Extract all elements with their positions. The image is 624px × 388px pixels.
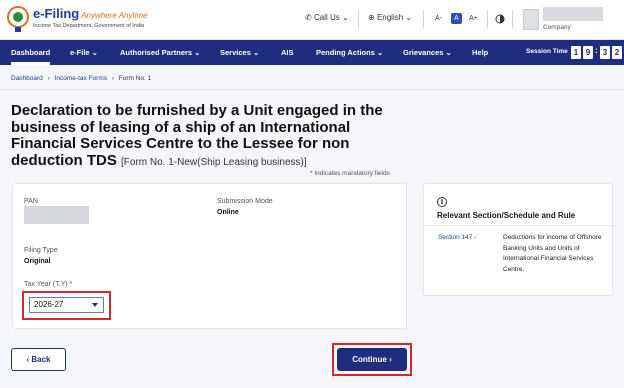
divider bbox=[358, 10, 359, 28]
main-nav: Dashboard e-File ⌄ Authorised Partners ⌄… bbox=[0, 40, 624, 65]
pan-label: PAN bbox=[24, 198, 38, 205]
filing-type-label: Filing Type bbox=[24, 247, 58, 254]
logo-subtitle: Income Tax Department, Government of Ind… bbox=[33, 23, 145, 29]
breadcrumb-separator: › bbox=[111, 75, 114, 82]
session-digit: 3 bbox=[600, 46, 610, 59]
nav-efile[interactable]: e-File ⌄ bbox=[70, 40, 98, 65]
session-digit: 1 bbox=[571, 46, 581, 59]
submission-mode-label: Submission Mode bbox=[217, 198, 273, 205]
logo-title: e-Filing Anywhere Anytime bbox=[33, 6, 148, 21]
phone-icon: ✆ bbox=[305, 13, 312, 22]
session-digit: 2 bbox=[612, 46, 622, 59]
submission-mode-value: Online bbox=[217, 209, 239, 216]
info-icon: i bbox=[437, 197, 447, 207]
user-name-redacted bbox=[543, 7, 603, 21]
nav-pending-actions[interactable]: Pending Actions ⌄ bbox=[316, 40, 383, 65]
language-label: English bbox=[376, 13, 404, 22]
divider bbox=[512, 10, 513, 28]
call-us-label: Call Us bbox=[313, 13, 340, 22]
breadcrumb-income-tax-forms[interactable]: Income-tax Forms bbox=[55, 75, 107, 82]
emblem-icon bbox=[7, 6, 29, 32]
language-menu[interactable]: ⊕ English ⌄ bbox=[368, 13, 412, 22]
tax-year-label: Tax Year (T.Y) * bbox=[24, 281, 73, 288]
top-header: e-Filing Anywhere Anytime Income Tax Depa… bbox=[0, 0, 624, 40]
chevron-down-icon: ⌄ bbox=[341, 13, 349, 22]
divider bbox=[0, 89, 624, 90]
logo-tagline: Anywhere Anytime bbox=[81, 11, 148, 20]
font-increase-button[interactable]: A+ bbox=[468, 13, 479, 24]
divider bbox=[423, 10, 424, 28]
session-time-label: Session Time bbox=[526, 48, 568, 55]
divider bbox=[487, 10, 488, 28]
mandatory-note: * Indicates mandatory fields bbox=[310, 170, 390, 177]
font-default-button[interactable]: A bbox=[451, 13, 462, 24]
breadcrumb-separator: › bbox=[47, 75, 50, 82]
nav-help[interactable]: Help bbox=[472, 40, 488, 65]
call-us-menu[interactable]: ✆ Call Us ⌄ bbox=[305, 13, 349, 22]
caret-down-icon bbox=[92, 303, 98, 307]
section-link[interactable]: Section 147 - bbox=[438, 234, 476, 241]
chevron-down-icon: ⌄ bbox=[405, 13, 413, 22]
nav-grievances[interactable]: Grievances ⌄ bbox=[403, 40, 452, 65]
nav-dashboard[interactable]: Dashboard bbox=[11, 40, 51, 65]
tax-year-select[interactable]: 2026-27 bbox=[29, 297, 104, 313]
divider bbox=[424, 225, 612, 226]
breadcrumb: Dashboard › Income-tax Forms › Form No. … bbox=[11, 75, 151, 82]
nav-ais[interactable]: AIS bbox=[281, 40, 294, 65]
page-title: Declaration to be furnished by a Unit en… bbox=[11, 102, 391, 171]
back-button[interactable]: ‹ Back bbox=[11, 348, 66, 371]
mandatory-note-text: Indicates mandatory fields bbox=[314, 170, 390, 177]
globe-icon: ⊕ bbox=[368, 13, 375, 22]
session-digit: 9 bbox=[583, 46, 593, 59]
relevant-section-card: i Relevant Section/Schedule and Rule Sec… bbox=[423, 183, 613, 296]
continue-button[interactable]: Continue › bbox=[337, 348, 407, 371]
form-card: PAN Submission Mode Online Filing Type O… bbox=[12, 183, 407, 329]
session-colon: : bbox=[595, 46, 598, 55]
company-label: Company bbox=[543, 24, 571, 31]
form-reference: [Form No. 1-New(Ship Leasing business)] bbox=[121, 156, 307, 168]
breadcrumb-dashboard[interactable]: Dashboard bbox=[11, 75, 43, 82]
avatar[interactable] bbox=[523, 9, 539, 30]
nav-services[interactable]: Services ⌄ bbox=[220, 40, 259, 65]
filing-type-value: Original bbox=[24, 258, 51, 265]
contrast-icon[interactable] bbox=[495, 14, 505, 24]
side-heading: Relevant Section/Schedule and Rule bbox=[437, 211, 576, 220]
nav-authorised-partners[interactable]: Authorised Partners ⌄ bbox=[120, 40, 200, 65]
section-description: Deductions for income of Offshore Bankin… bbox=[503, 234, 602, 273]
required-star: * bbox=[69, 281, 73, 288]
required-star: * bbox=[310, 170, 313, 177]
breadcrumb-current: Form No. 1 bbox=[118, 75, 152, 82]
pan-value-redacted bbox=[24, 206, 89, 224]
font-decrease-button[interactable]: A- bbox=[433, 13, 444, 24]
tax-year-selected-value: 2026-27 bbox=[34, 300, 64, 309]
efiling-logo[interactable]: e-Filing Anywhere Anytime Income Tax Depa… bbox=[6, 4, 148, 34]
